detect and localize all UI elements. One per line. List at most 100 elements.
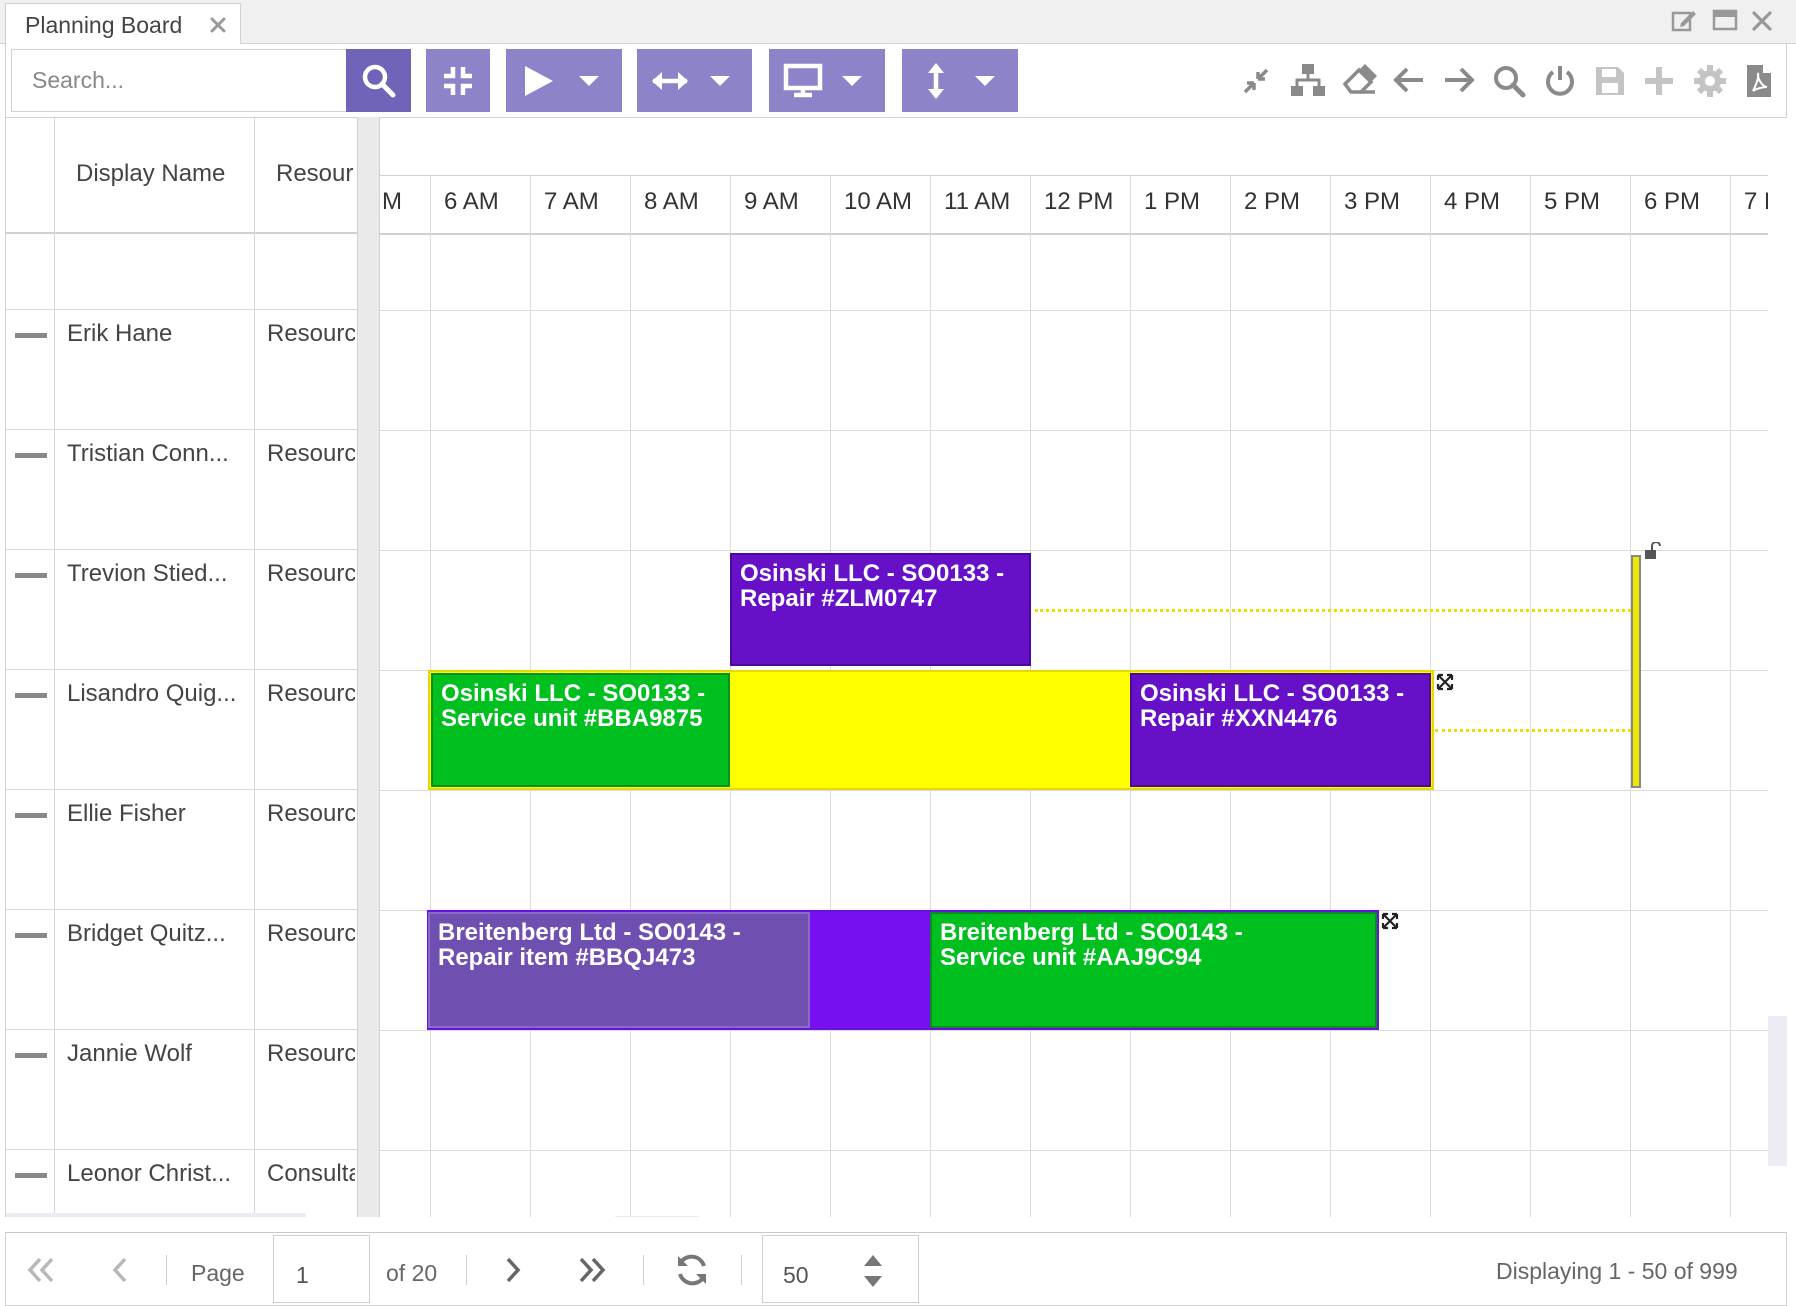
table-row[interactable]: Trevion Stied... Resourc: [6, 550, 357, 670]
hour-label: 6 PM: [1644, 188, 1701, 215]
page-count-label: of 20: [386, 1260, 438, 1286]
event-block[interactable]: Osinski LLC - SO0133 - Service unit #BBA…: [431, 673, 730, 787]
collapse-row-icon[interactable]: [15, 1173, 47, 1178]
horizontal-scrollbar[interactable]: [6, 1213, 306, 1217]
event-title: Osinski LLC - SO0133 - Repair #ZLM0747: [740, 560, 1005, 612]
timeline-top-header: [380, 118, 1787, 175]
horizontal-scrollbar-thumb[interactable]: [615, 1216, 699, 1217]
hour-label: 6 AM: [444, 188, 499, 215]
table-row[interactable]: Erik Hane Resourc: [6, 310, 357, 430]
cell-resource: Resourc: [267, 320, 355, 347]
arrows-vertical-icon: [926, 61, 946, 101]
paging-toolbar: Page 1 of 20 50 Displaying 1 - 50 of 999: [5, 1232, 1787, 1306]
page-number-input[interactable]: 1: [273, 1235, 370, 1303]
table-row[interactable]: Tristian Conn... Resourc: [6, 430, 357, 550]
arrow-left-icon[interactable]: [1393, 66, 1425, 94]
play-dropdown-button[interactable]: [506, 49, 622, 112]
page-size-stepper[interactable]: 50: [762, 1235, 919, 1303]
collapse-row-icon[interactable]: [15, 933, 47, 938]
window-close-icon[interactable]: [1751, 10, 1773, 32]
save-icon[interactable]: [1594, 65, 1626, 97]
cell-display-name: Trevion Stied...: [67, 560, 228, 587]
grid-spacer-row: [6, 234, 357, 310]
prev-page-icon[interactable]: [110, 1256, 130, 1284]
separator: [466, 1255, 467, 1285]
cell-resource: Consulta: [267, 1160, 355, 1187]
hour-label: 8 AM: [644, 188, 699, 215]
gear-icon[interactable]: [1693, 64, 1727, 98]
edit-icon[interactable]: [1671, 8, 1697, 34]
first-page-icon[interactable]: [26, 1256, 56, 1284]
expand-icon[interactable]: [1380, 911, 1400, 931]
hour-label: 10 AM: [844, 188, 913, 215]
cell-display-name: Jannie Wolf: [67, 1040, 192, 1067]
hour-label: 11 AM: [944, 188, 1011, 215]
page-label: Page: [191, 1260, 245, 1286]
table-row[interactable]: Jannie Wolf Resourc: [6, 1030, 357, 1150]
tab-title: Planning Board: [25, 12, 183, 38]
unlock-icon[interactable]: [1643, 542, 1661, 560]
arrow-right-icon[interactable]: [1443, 66, 1475, 94]
search-button[interactable]: [346, 49, 411, 112]
monitor-icon: [783, 63, 823, 99]
event-title: Osinski LLC - SO0133 - Repair #XXN4476: [1140, 680, 1405, 732]
last-page-icon[interactable]: [577, 1256, 607, 1284]
vertical-scrollbar-thumb[interactable]: [1768, 1016, 1787, 1166]
expand-icon[interactable]: [1435, 672, 1455, 692]
collapse-row-icon[interactable]: [15, 1053, 47, 1058]
refresh-icon[interactable]: [674, 1252, 710, 1288]
horizontal-resize-dropdown-button[interactable]: [637, 49, 752, 112]
add-icon[interactable]: [1643, 65, 1675, 97]
dependency-link: [1435, 729, 1631, 732]
zoom-icon[interactable]: [1492, 64, 1526, 98]
cell-resource: Resourc: [267, 560, 355, 587]
row-gridline: [380, 790, 1768, 791]
column-header-resource[interactable]: Resour: [276, 160, 353, 188]
table-row[interactable]: Lisandro Quig... Resourc: [6, 670, 357, 790]
resource-grid: Display Name Resour Erik Hane Resourc Tr…: [5, 117, 357, 1217]
spinner-arrows-icon[interactable]: [862, 1253, 884, 1289]
hour-label: M: [382, 188, 402, 215]
event-block[interactable]: Breitenberg Ltd - SO0143 - Repair item #…: [428, 912, 810, 1028]
collapse-row-icon[interactable]: [15, 573, 47, 578]
event-block[interactable]: Osinski LLC - SO0133 - Repair #XXN4476: [1130, 673, 1431, 787]
chevron-down-icon: [709, 74, 731, 88]
cell-display-name: Leonor Christ...: [67, 1160, 232, 1187]
event-block[interactable]: Osinski LLC - SO0133 - Repair #ZLM0747: [730, 553, 1031, 666]
arrows-horizontal-icon: [650, 69, 690, 93]
row-gridline: [380, 550, 1768, 551]
table-row[interactable]: Ellie Fisher Resourc: [6, 790, 357, 910]
search-input[interactable]: [12, 50, 352, 111]
compress-button[interactable]: [426, 49, 490, 112]
collapse-row-icon[interactable]: [15, 333, 47, 338]
collapse-row-icon[interactable]: [15, 453, 47, 458]
grid-header: Display Name Resour: [6, 118, 357, 234]
compress-icon: [440, 63, 476, 99]
cell-display-name: Bridget Quitz...: [67, 920, 226, 947]
tab-planning-board[interactable]: Planning Board: [5, 3, 241, 44]
next-page-icon[interactable]: [503, 1256, 523, 1284]
collapse-icon[interactable]: [1241, 66, 1271, 96]
power-icon[interactable]: [1543, 64, 1577, 98]
maximize-icon[interactable]: [1712, 8, 1738, 34]
milestone-bar[interactable]: [1631, 555, 1641, 788]
event-title: Breitenberg Ltd - SO0143 - Repair item #…: [438, 919, 741, 971]
table-row[interactable]: Bridget Quitz... Resourc: [6, 910, 357, 1030]
eraser-icon[interactable]: [1341, 64, 1377, 96]
column-header-display-name[interactable]: Display Name: [76, 160, 225, 188]
collapse-row-icon[interactable]: [15, 693, 47, 698]
toolbar: [5, 44, 1787, 117]
collapse-row-icon[interactable]: [15, 813, 47, 818]
table-row[interactable]: Leonor Christ... Consulta: [6, 1150, 357, 1217]
chevron-down-icon: [974, 74, 996, 88]
display-dropdown-button[interactable]: [769, 49, 885, 112]
event-block[interactable]: Breitenberg Ltd - SO0143 - Service unit …: [930, 912, 1377, 1028]
hour-gridline: [1530, 175, 1531, 1217]
panel-splitter[interactable]: [357, 117, 380, 1217]
separator: [166, 1255, 167, 1285]
dependency-link: [1035, 609, 1631, 612]
hierarchy-icon[interactable]: [1290, 62, 1326, 98]
pdf-icon[interactable]: [1745, 63, 1773, 99]
close-icon[interactable]: [210, 17, 226, 33]
vertical-resize-dropdown-button[interactable]: [902, 49, 1018, 112]
